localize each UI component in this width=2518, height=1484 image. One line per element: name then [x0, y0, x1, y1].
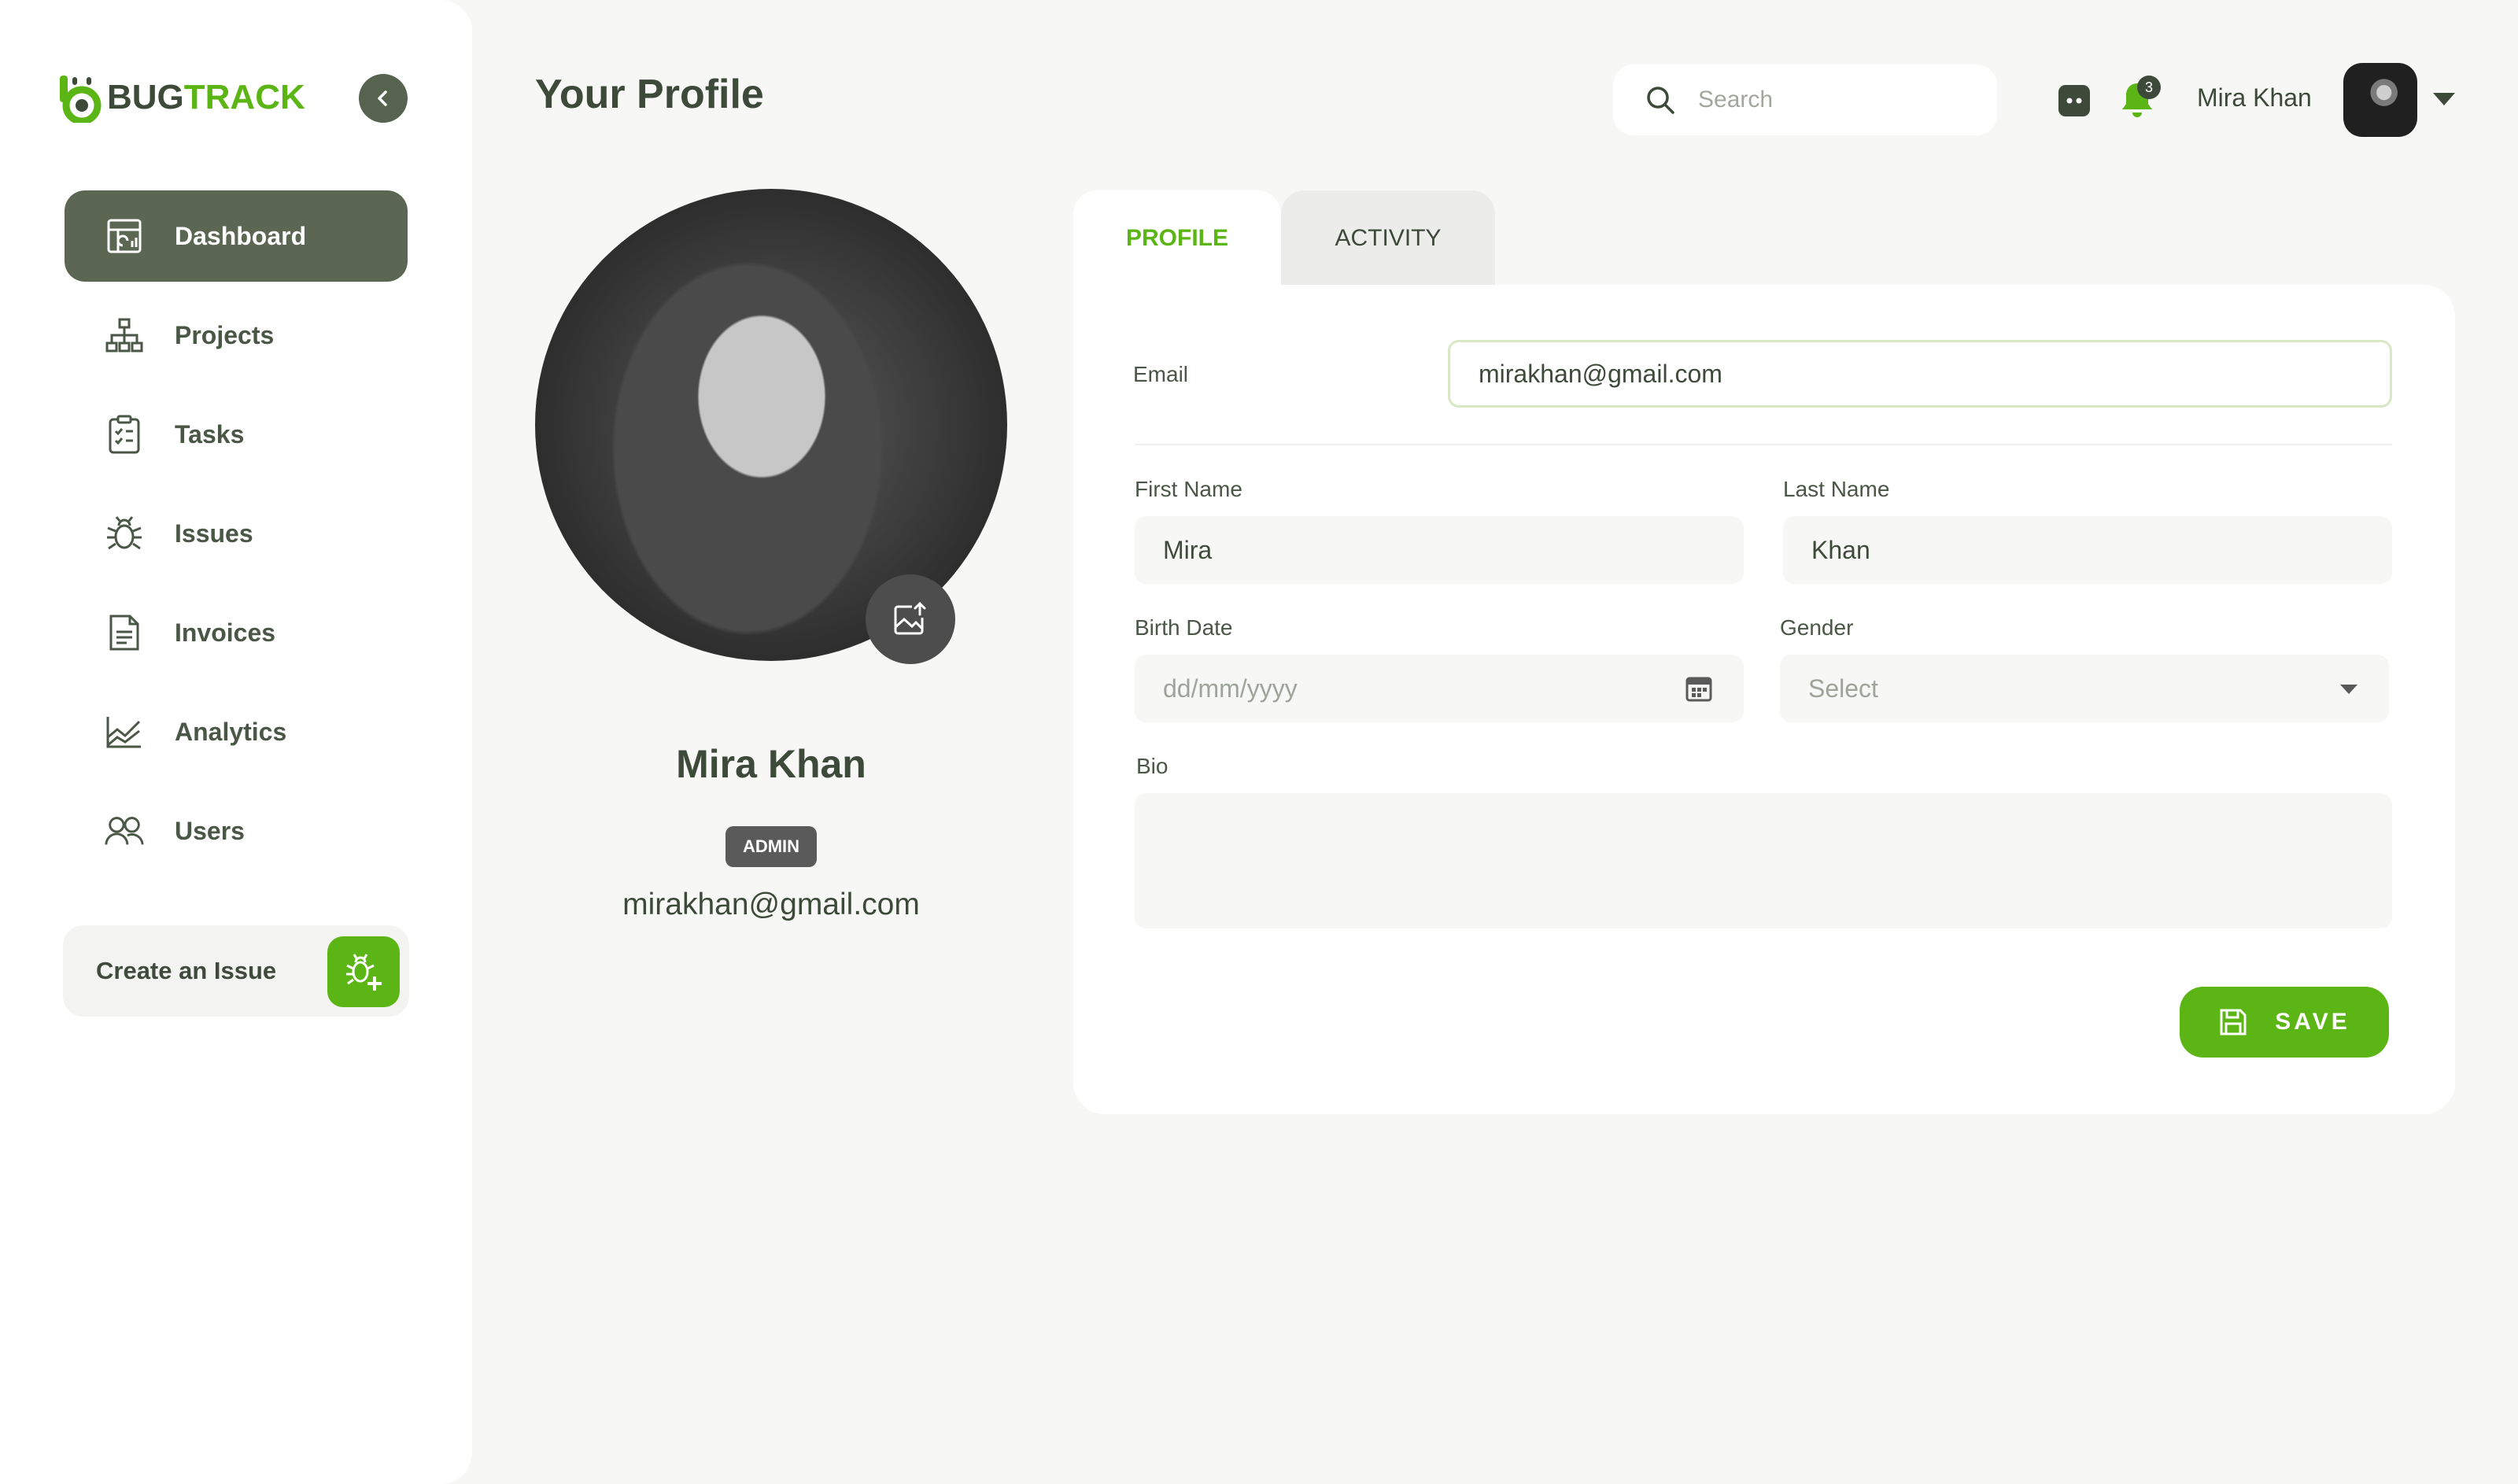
sidebar-item-projects[interactable]: Projects: [65, 290, 408, 381]
gender-select[interactable]: Select: [1780, 655, 2389, 722]
hierarchy-icon: [104, 315, 145, 356]
email-field-wrapper: [1448, 340, 2392, 408]
birth-date-field[interactable]: [1163, 674, 1667, 703]
save-label: SAVE: [2275, 1009, 2350, 1035]
chat-icon[interactable]: [2057, 83, 2092, 118]
user-name[interactable]: Mira Khan: [2197, 83, 2312, 113]
create-issue-label: Create an Issue: [96, 957, 277, 984]
save-icon: [2218, 1007, 2248, 1037]
first-name-field[interactable]: [1163, 535, 1744, 565]
sidebar-item-label: Invoices: [175, 618, 276, 647]
bio-label: Bio: [1136, 754, 1169, 778]
sidebar: BUGTRACK Dashboard Projects Tasks Issues…: [0, 0, 472, 1484]
dashboard-icon: [104, 216, 145, 257]
profile-name: Mira Khan: [676, 742, 866, 786]
save-button[interactable]: SAVE: [2180, 987, 2389, 1058]
bug-logo-icon: [60, 76, 102, 123]
sidebar-item-invoices[interactable]: Invoices: [65, 587, 408, 678]
clipboard-checklist-icon: [104, 414, 145, 455]
collapse-sidebar-button[interactable]: [359, 74, 408, 123]
chevron-left-icon: [378, 90, 387, 106]
last-name-field[interactable]: [1811, 535, 2392, 565]
gender-label: Gender: [1780, 615, 1854, 640]
last-name-label: Last Name: [1783, 477, 1890, 501]
role-badge: ADMIN: [725, 826, 817, 867]
analytics-chart-icon: [104, 711, 145, 752]
last-name-wrapper: [1783, 516, 2392, 584]
image-upload-icon: [894, 601, 926, 635]
tab-profile[interactable]: PROFILE: [1073, 190, 1281, 286]
sidebar-item-label: Projects: [175, 320, 275, 349]
bio-textarea[interactable]: [1135, 793, 2392, 928]
invoice-icon: [104, 612, 145, 653]
form-divider: [1135, 444, 2392, 445]
sidebar-item-label: Issues: [175, 519, 253, 548]
profile-tabs: PROFILE ACTIVITY: [1073, 190, 1495, 286]
first-name-label: First Name: [1135, 477, 1242, 501]
email-field[interactable]: [1479, 359, 2390, 389]
sidebar-item-label: Analytics: [175, 717, 287, 746]
sidebar-nav: Dashboard Projects Tasks Issues Invoices: [65, 190, 408, 884]
add-bug-icon[interactable]: [327, 936, 400, 1007]
calendar-icon[interactable]: [1685, 675, 1712, 702]
sidebar-item-users[interactable]: Users: [65, 785, 408, 877]
sidebar-item-tasks[interactable]: Tasks: [65, 389, 408, 480]
bug-icon: [104, 513, 145, 554]
sidebar-item-label: Users: [175, 816, 245, 845]
sidebar-item-analytics[interactable]: Analytics: [65, 686, 408, 777]
search-input[interactable]: [1698, 87, 1966, 113]
avatar[interactable]: [2343, 63, 2417, 137]
birth-date-label: Birth Date: [1135, 615, 1233, 640]
sidebar-item-label: Tasks: [175, 419, 245, 449]
sidebar-item-label: Dashboard: [175, 221, 307, 250]
tab-activity[interactable]: ACTIVITY: [1281, 190, 1495, 286]
first-name-wrapper: [1135, 516, 1744, 584]
sidebar-item-dashboard[interactable]: Dashboard: [65, 190, 408, 282]
profile-email: mirakhan@gmail.com: [622, 888, 920, 921]
gender-select-value: Select: [1808, 674, 1878, 703]
page-title: Your Profile: [535, 72, 764, 117]
sidebar-item-issues[interactable]: Issues: [65, 488, 408, 579]
brand-name: BUGTRACK: [107, 78, 305, 116]
chevron-down-icon[interactable]: [2433, 93, 2455, 105]
brand-logo[interactable]: BUGTRACK: [60, 72, 305, 123]
email-label: Email: [1133, 362, 1189, 386]
chevron-down-icon: [2340, 685, 2357, 694]
create-issue-button[interactable]: Create an Issue: [63, 925, 409, 1017]
users-icon: [104, 810, 145, 851]
notification-count-badge: 3: [2137, 76, 2161, 99]
upload-photo-button[interactable]: [866, 574, 955, 664]
birth-date-wrapper: [1135, 655, 1744, 722]
search-icon: [1647, 87, 1674, 114]
search-bar[interactable]: [1613, 65, 1997, 135]
